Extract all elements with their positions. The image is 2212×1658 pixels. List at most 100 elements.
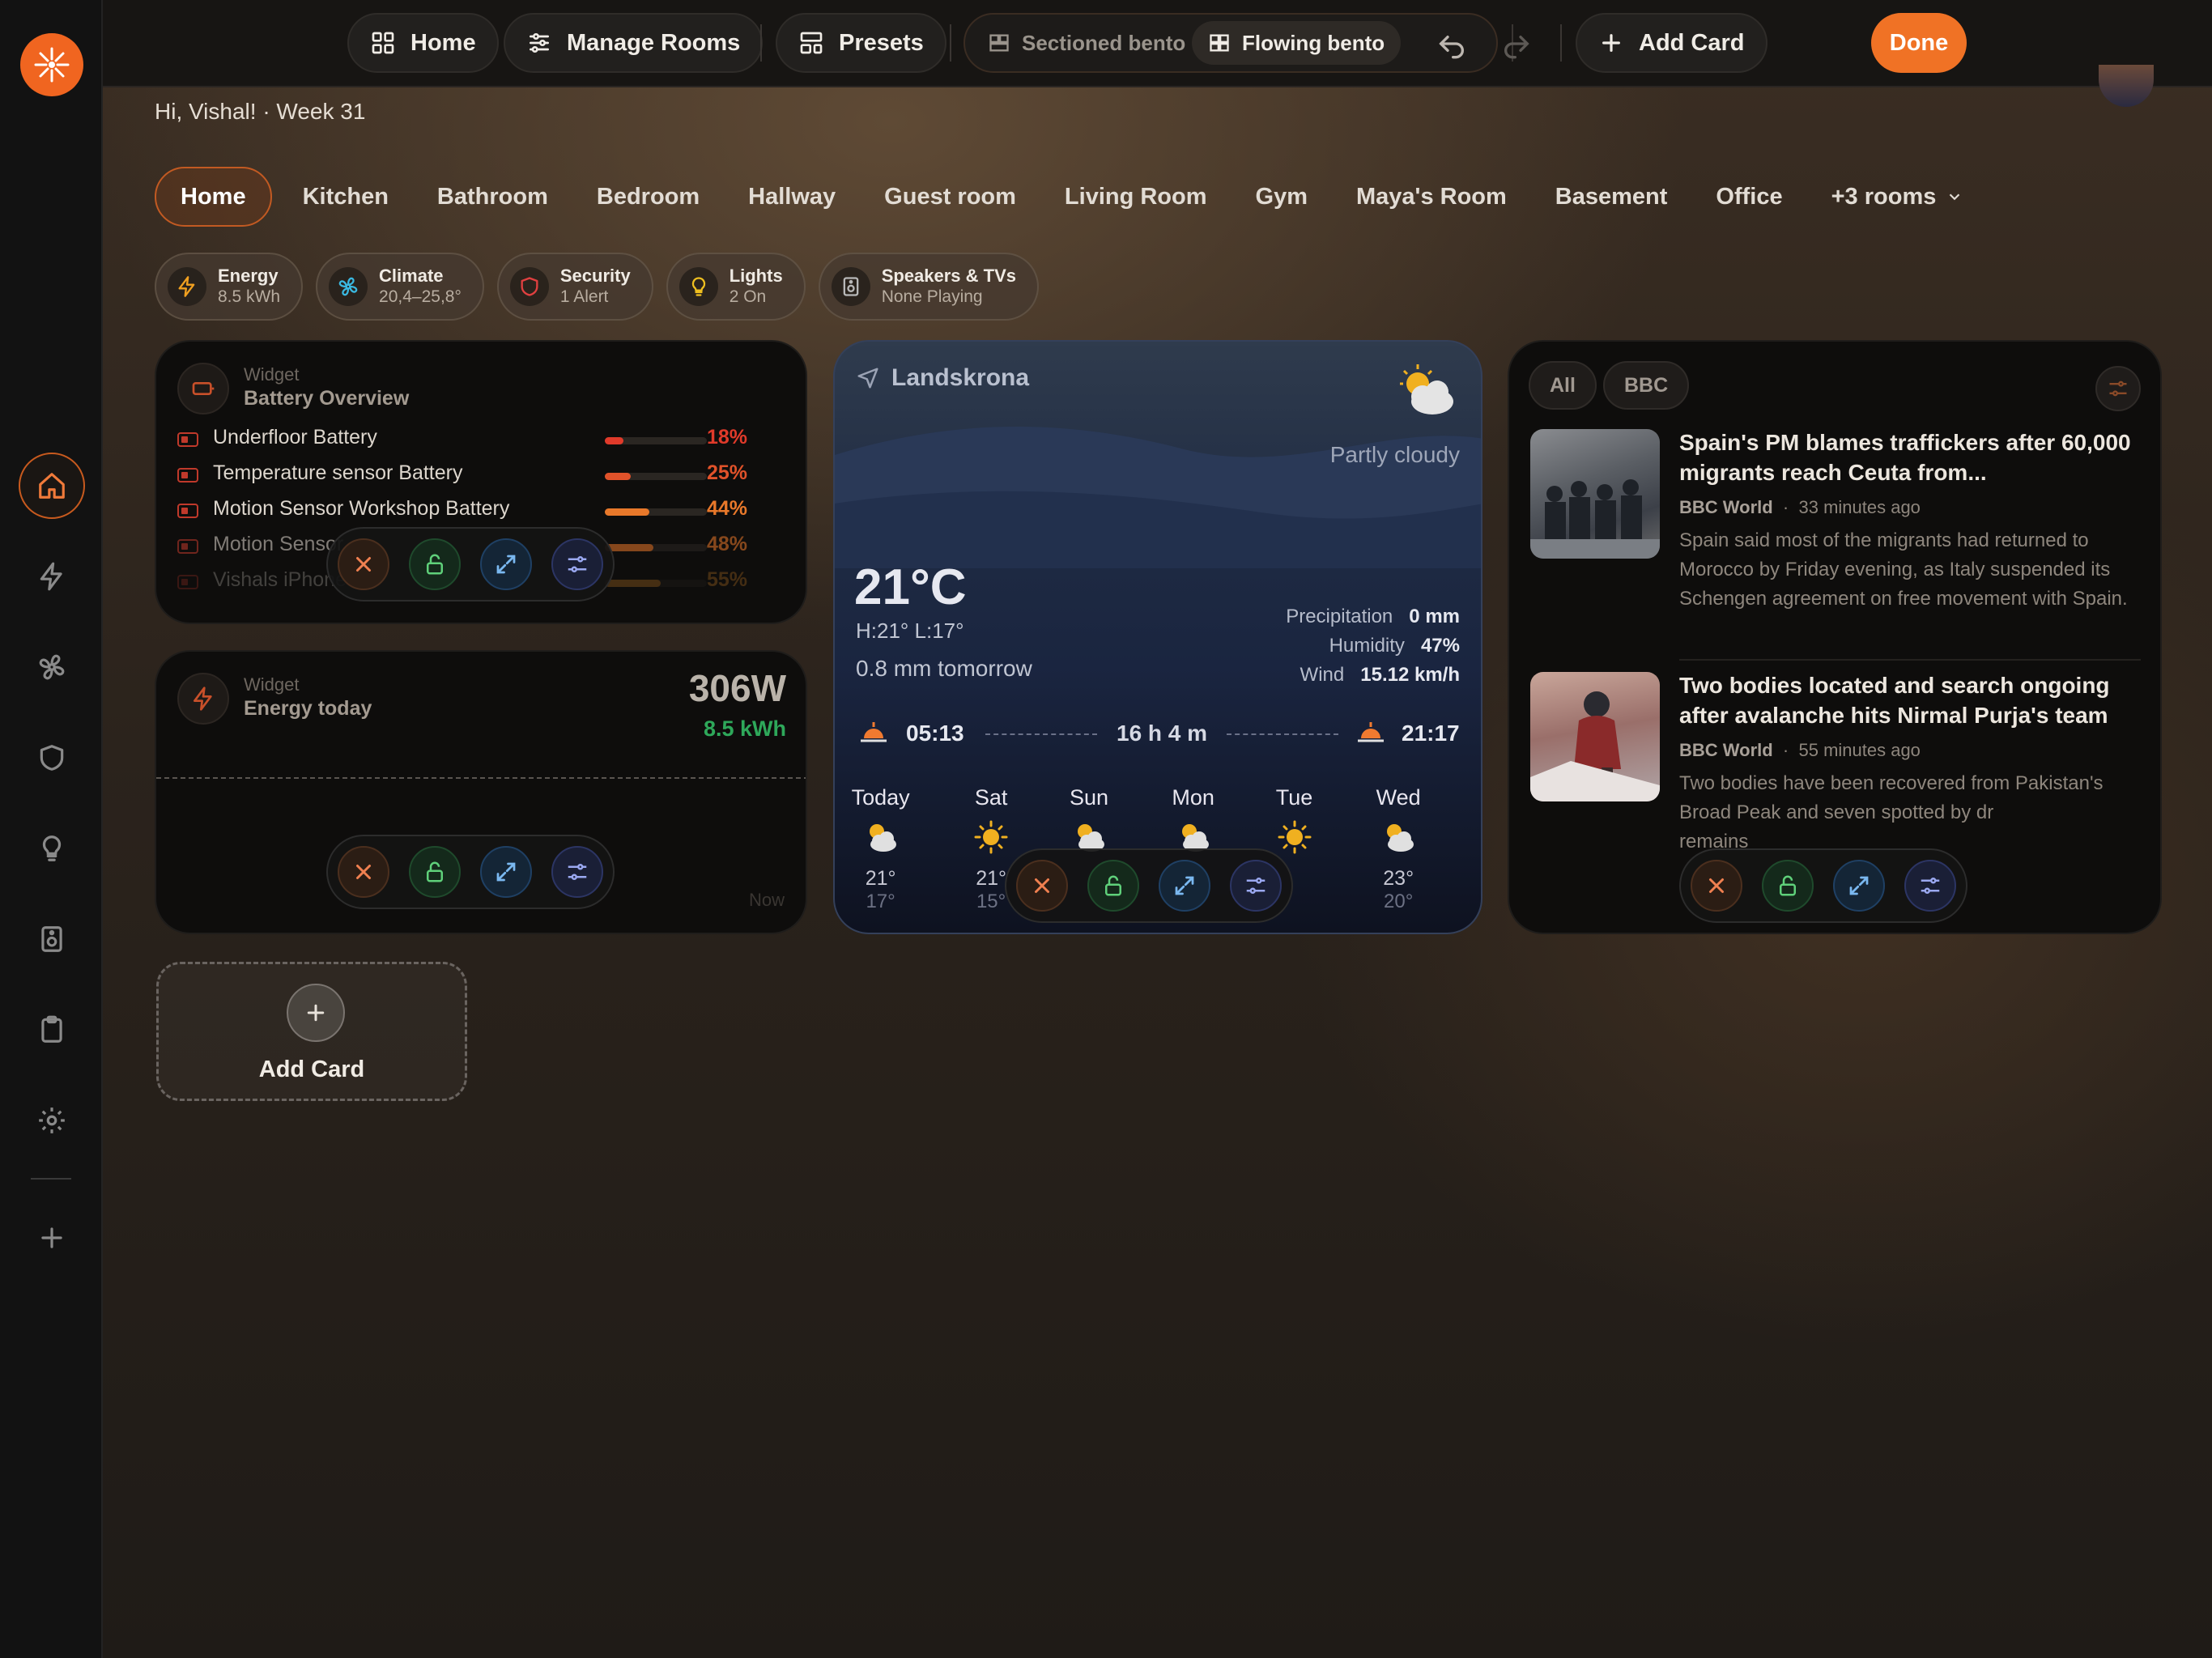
sidebar-clipboard-button[interactable] bbox=[19, 997, 85, 1063]
climate-chip[interactable]: Climate 20,4–25,8° bbox=[316, 253, 484, 321]
news-headline[interactable]: Spain's PM blames traffickers after 60,0… bbox=[1679, 427, 2141, 487]
presets-button[interactable]: Presets bbox=[776, 13, 946, 73]
expand-icon bbox=[1847, 874, 1871, 898]
tab-office[interactable]: Office bbox=[1691, 167, 1806, 227]
weather-card[interactable]: Landskrona Partly cloudy 21°C H:21° L:17… bbox=[833, 340, 1482, 934]
battery-level-bar bbox=[605, 580, 707, 587]
chip-value: 2 On bbox=[729, 287, 767, 306]
widget-title: Energy today bbox=[244, 697, 372, 720]
tab-bedroom[interactable]: Bedroom bbox=[572, 167, 724, 227]
forecast-day: Today 21° 17° bbox=[844, 785, 917, 913]
card-settings-button[interactable] bbox=[551, 846, 603, 898]
news-thumbnail[interactable] bbox=[1530, 672, 1660, 801]
news-divider bbox=[1679, 659, 2141, 661]
lock-card-button[interactable] bbox=[409, 846, 461, 898]
redo-icon[interactable] bbox=[1500, 28, 1533, 60]
manage-rooms-button[interactable]: Manage Rooms bbox=[504, 13, 764, 73]
sidebar-divider bbox=[31, 1178, 71, 1180]
sidebar-media-button[interactable] bbox=[19, 906, 85, 972]
card-settings-button[interactable] bbox=[1904, 860, 1956, 912]
news-tab-all[interactable]: All bbox=[1529, 361, 1597, 410]
bulb-icon bbox=[36, 833, 67, 864]
news-filter-button[interactable] bbox=[2095, 366, 2141, 411]
plus-icon bbox=[36, 1222, 67, 1253]
news-headline[interactable]: Two bodies located and search ongoing af… bbox=[1679, 670, 2141, 730]
lock-icon bbox=[423, 860, 447, 884]
tab-home[interactable]: Home bbox=[155, 167, 272, 227]
battery-level-bar bbox=[605, 437, 707, 444]
tab-guest-room[interactable]: Guest room bbox=[860, 167, 1040, 227]
done-button[interactable]: Done bbox=[1871, 13, 1967, 73]
energy-today-card[interactable]: Widget Energy today 306W 8.5 kWh Now bbox=[155, 650, 807, 934]
close-icon bbox=[351, 860, 376, 884]
expand-card-button[interactable] bbox=[1159, 860, 1210, 912]
tab-hallway[interactable]: Hallway bbox=[724, 167, 860, 227]
partly-cloudy-icon bbox=[862, 818, 900, 856]
expand-card-button[interactable] bbox=[480, 538, 532, 590]
sidebar-home-button[interactable] bbox=[19, 453, 85, 519]
speaker-icon bbox=[840, 275, 862, 298]
battery-icon bbox=[190, 376, 216, 402]
avatar[interactable] bbox=[2099, 65, 2154, 107]
remove-card-button[interactable] bbox=[338, 538, 389, 590]
sliders-icon bbox=[2109, 380, 2127, 397]
more-rooms-dropdown[interactable]: +3 rooms bbox=[1807, 167, 1989, 227]
news-tab-bbc[interactable]: BBC bbox=[1603, 361, 1690, 410]
lock-card-button[interactable] bbox=[1087, 860, 1139, 912]
app-logo[interactable] bbox=[20, 33, 83, 96]
lock-card-button[interactable] bbox=[409, 538, 461, 590]
sidebar-lights-button[interactable] bbox=[19, 815, 85, 882]
expand-card-button[interactable] bbox=[480, 846, 532, 898]
sidebar-add-button[interactable] bbox=[19, 1205, 85, 1271]
grid-icon bbox=[370, 30, 396, 56]
sidebar-security-button[interactable] bbox=[19, 725, 85, 791]
widget-label: Widget bbox=[244, 674, 300, 695]
tab-basement[interactable]: Basement bbox=[1531, 167, 1692, 227]
battery-name: Motion Sensor bbox=[213, 533, 344, 555]
precipitation-tomorrow: 0.8 mm tomorrow bbox=[856, 656, 1032, 681]
remove-card-button[interactable] bbox=[1691, 860, 1742, 912]
add-card-toolbar-button[interactable]: Add Card bbox=[1576, 13, 1767, 73]
flowing-bento-option[interactable]: Flowing bento bbox=[1192, 21, 1402, 65]
sidebar-settings-button[interactable] bbox=[19, 1087, 85, 1154]
speakers-chip[interactable]: Speakers & TVs None Playing bbox=[818, 253, 1039, 321]
chip-title: Speakers & TVs bbox=[881, 266, 1016, 286]
energy-chip[interactable]: Energy 8.5 kWh bbox=[155, 253, 304, 321]
greeting-text: Hi, Vishal! · Week 31 bbox=[155, 99, 366, 124]
sidebar-climate-button[interactable] bbox=[19, 634, 85, 700]
add-card-plus bbox=[287, 984, 345, 1042]
tab-living-room[interactable]: Living Room bbox=[1040, 167, 1231, 227]
card-settings-button[interactable] bbox=[1230, 860, 1282, 912]
card-settings-button[interactable] bbox=[551, 538, 603, 590]
detail-value: 47% bbox=[1420, 635, 1460, 657]
expand-card-button[interactable] bbox=[1833, 860, 1885, 912]
weather-details: Precipitation 0 mm Humidity 47% Wind 15.… bbox=[1286, 602, 1460, 690]
sectioned-bento-option[interactable]: Sectioned bento bbox=[972, 21, 1202, 65]
tab-kitchen[interactable]: Kitchen bbox=[279, 167, 413, 227]
battery-level-fill bbox=[605, 580, 661, 587]
climber-photo-image bbox=[1530, 691, 1660, 801]
remove-card-button[interactable] bbox=[338, 846, 389, 898]
partly-cloudy-icon bbox=[1380, 818, 1417, 856]
tab-gym[interactable]: Gym bbox=[1231, 167, 1332, 227]
home-nav-button[interactable]: Home bbox=[347, 13, 499, 73]
sunset-icon bbox=[1358, 722, 1384, 742]
sidebar-energy-button[interactable] bbox=[19, 543, 85, 610]
undo-icon[interactable] bbox=[1436, 28, 1468, 60]
tab-bathroom[interactable]: Bathroom bbox=[413, 167, 572, 227]
widget-title: Battery Overview bbox=[244, 387, 410, 410]
security-chip[interactable]: Security 1 Alert bbox=[496, 253, 653, 321]
battery-overview-card[interactable]: Widget Battery Overview Underfloor Batte… bbox=[155, 340, 807, 624]
news-thumbnail[interactable] bbox=[1530, 429, 1660, 559]
chip-title: Energy bbox=[218, 266, 279, 286]
presets-label: Presets bbox=[839, 29, 924, 56]
toolbar-divider bbox=[1560, 24, 1562, 62]
tab-mayas-room[interactable]: Maya's Room bbox=[1332, 167, 1531, 227]
lights-chip[interactable]: Lights 2 On bbox=[666, 253, 806, 321]
lock-card-button[interactable] bbox=[1762, 860, 1814, 912]
add-card-tile[interactable]: Add Card bbox=[156, 962, 467, 1101]
news-card[interactable]: All BBC Spain's PM blames traffickers af… bbox=[1508, 340, 2162, 934]
detail-label: Precipitation bbox=[1286, 606, 1393, 627]
remove-card-button[interactable] bbox=[1016, 860, 1068, 912]
battery-level-fill bbox=[605, 437, 623, 444]
